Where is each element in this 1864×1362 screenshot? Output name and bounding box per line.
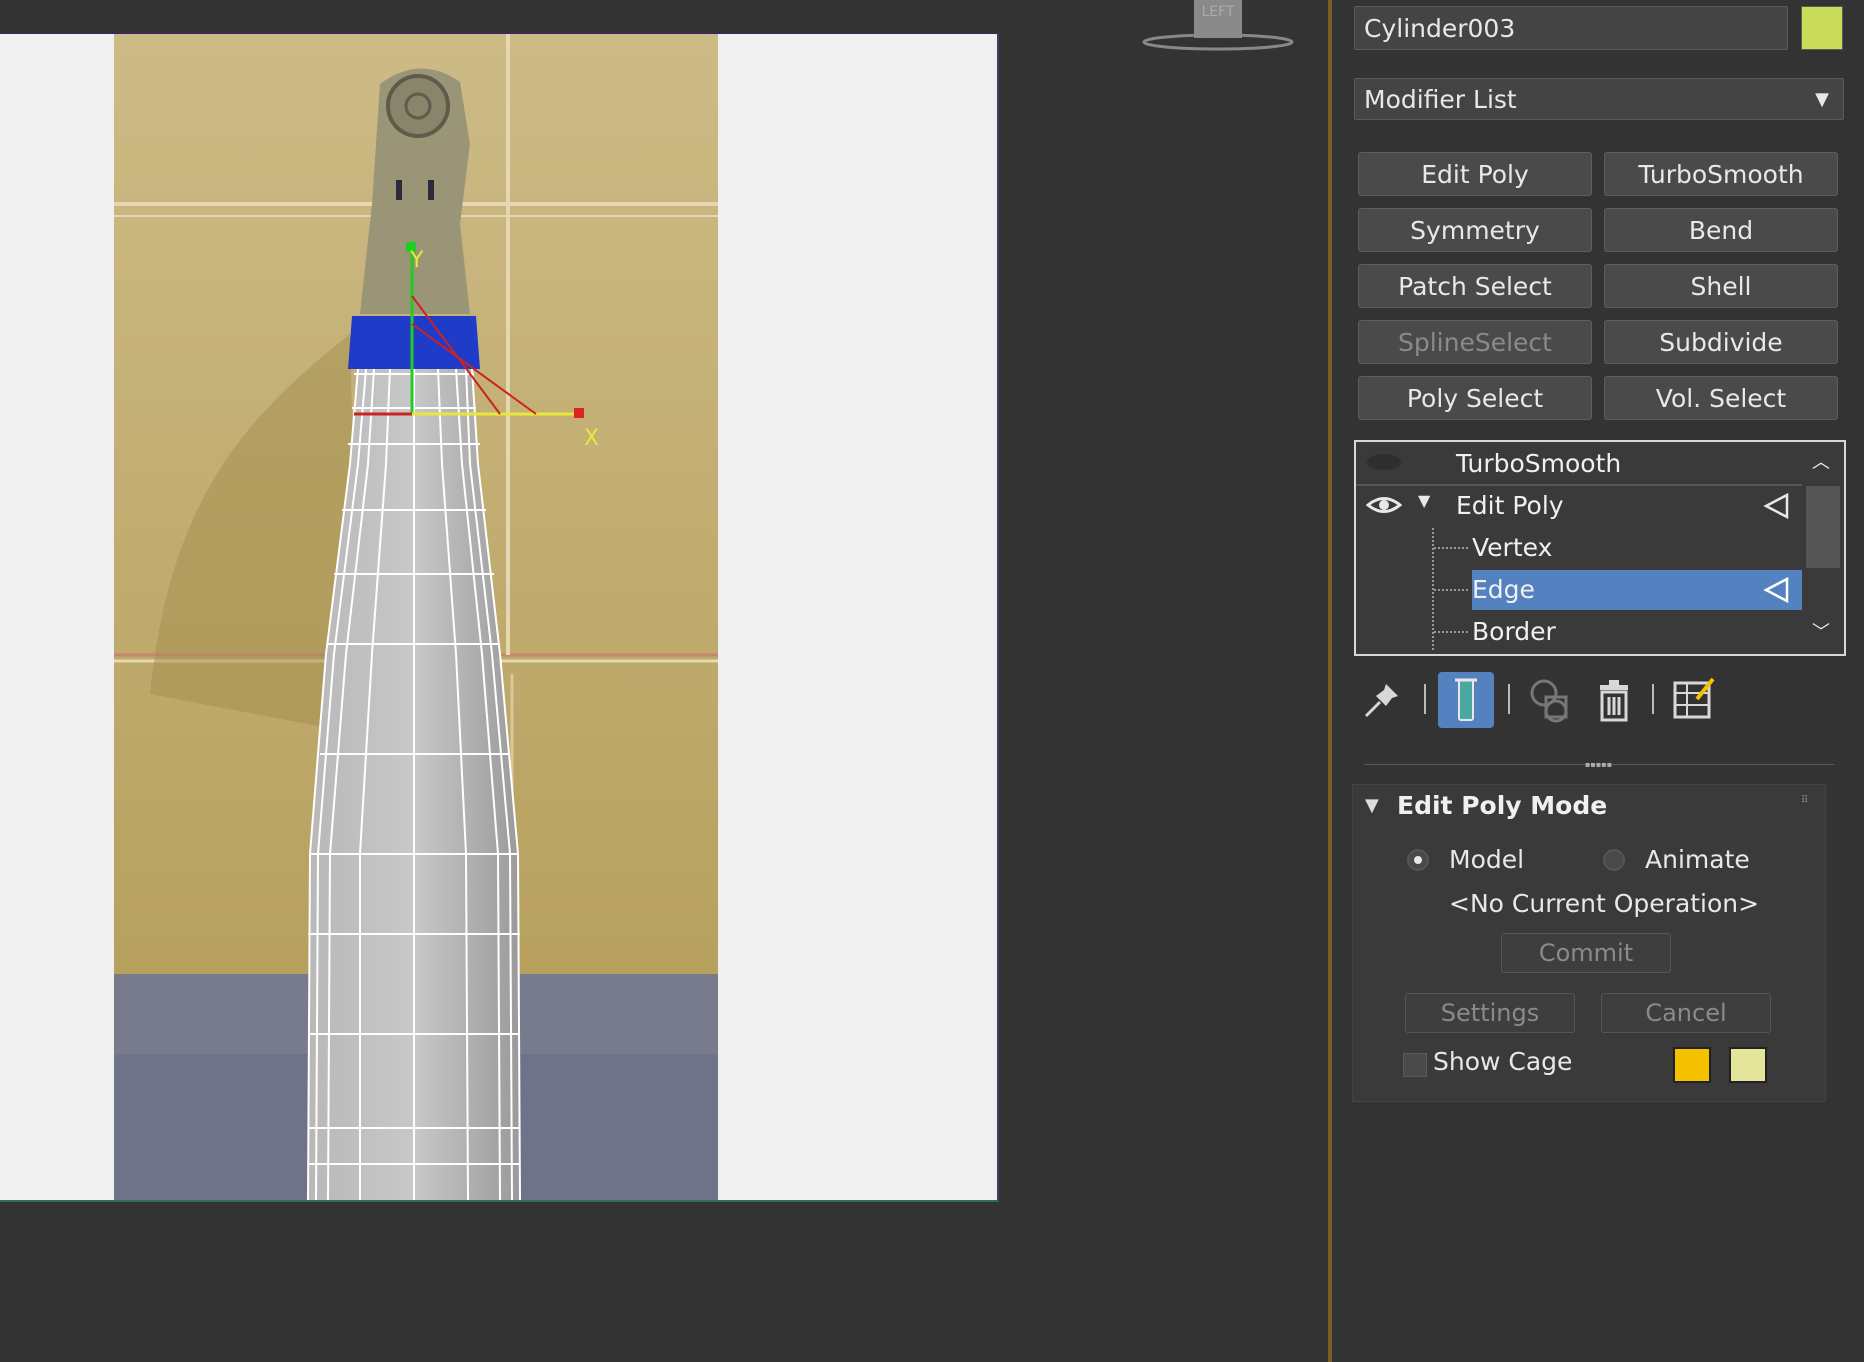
remove-modifier-icon bbox=[1600, 680, 1628, 722]
object-name-text: Cylinder003 bbox=[1364, 13, 1516, 43]
vol-select-button-label: Vol. Select bbox=[1655, 383, 1787, 413]
stack-item-vertex[interactable]: Vertex bbox=[1356, 526, 1806, 568]
turbosmooth-button[interactable]: TurboSmooth bbox=[1604, 152, 1838, 196]
tree-branch bbox=[1434, 547, 1468, 549]
eye-icon[interactable] bbox=[1366, 494, 1402, 516]
gizmo-x-label: X bbox=[584, 426, 600, 451]
commit-button[interactable]: Commit bbox=[1501, 933, 1671, 973]
stack-item-label: Edge bbox=[1472, 574, 1535, 604]
cancel-button[interactable]: Cancel bbox=[1601, 993, 1771, 1033]
scroll-thumb[interactable] bbox=[1806, 486, 1840, 568]
remove-modifier-button[interactable] bbox=[1586, 672, 1642, 728]
stack-item-turbosmooth[interactable]: TurboSmooth bbox=[1356, 442, 1806, 486]
show-cage-checkbox[interactable] bbox=[1403, 1053, 1427, 1077]
pin-icon bbox=[1364, 684, 1398, 718]
make-unique-button[interactable] bbox=[1522, 672, 1578, 728]
settings-button[interactable]: Settings bbox=[1405, 993, 1575, 1033]
scroll-down-icon[interactable]: ﹀ bbox=[1812, 618, 1830, 644]
edit-poly-mode-rollout: ▼ Edit Poly Mode ⠿ Model Animate <No Cur… bbox=[1352, 784, 1826, 1102]
stack-scrollbar[interactable]: ︿ ﹀ bbox=[1802, 442, 1844, 654]
viewport[interactable]: LEFT Y X bbox=[0, 0, 1330, 1362]
animate-label: Animate bbox=[1645, 845, 1750, 874]
toolbar-separator bbox=[1508, 684, 1510, 714]
modifier-stack[interactable]: TurboSmooth ▼ Edit Poly Vertex Edge Bord… bbox=[1354, 440, 1846, 656]
object-color-swatch[interactable] bbox=[1801, 6, 1843, 50]
show-end-result-button[interactable] bbox=[1438, 672, 1494, 728]
collapse-caret-icon[interactable]: ▼ bbox=[1365, 795, 1379, 816]
cage-color-swatch[interactable] bbox=[1673, 1047, 1711, 1083]
symmetry-button-label: Symmetry bbox=[1410, 215, 1540, 245]
show-in-viewport-triangle-icon[interactable] bbox=[1762, 493, 1790, 519]
splineselect-button-label: SplineSelect bbox=[1398, 327, 1552, 357]
modifier-list-label: Modifier List bbox=[1364, 84, 1517, 114]
bend-button-label: Bend bbox=[1688, 215, 1754, 245]
stack-item-edge-selected[interactable]: Edge bbox=[1356, 568, 1806, 610]
commit-label: Commit bbox=[1538, 939, 1634, 967]
bend-button[interactable]: Bend bbox=[1604, 208, 1838, 252]
rollout-grip-icon[interactable]: ⠿ bbox=[1801, 795, 1815, 809]
expand-caret-icon[interactable]: ▼ bbox=[1418, 491, 1430, 510]
symmetry-button[interactable]: Symmetry bbox=[1358, 208, 1592, 252]
subdivide-button[interactable]: Subdivide bbox=[1604, 320, 1838, 364]
stack-item-label: Edit Poly bbox=[1456, 490, 1564, 520]
edit-poly-button-label: Edit Poly bbox=[1421, 159, 1529, 189]
patch-select-button-label: Patch Select bbox=[1398, 271, 1552, 301]
poly-select-button[interactable]: Poly Select bbox=[1358, 376, 1592, 420]
turbosmooth-button-label: TurboSmooth bbox=[1638, 159, 1804, 189]
cancel-label: Cancel bbox=[1645, 999, 1727, 1027]
scroll-up-icon[interactable]: ︿ bbox=[1812, 448, 1830, 474]
current-operation-text: <No Current Operation> bbox=[1449, 889, 1760, 918]
rollout-title[interactable]: Edit Poly Mode bbox=[1397, 791, 1607, 820]
stack-item-label: TurboSmooth bbox=[1456, 448, 1622, 478]
patch-select-button[interactable]: Patch Select bbox=[1358, 264, 1592, 308]
poly-select-button-label: Poly Select bbox=[1406, 383, 1544, 413]
object-name-field[interactable]: Cylinder003 bbox=[1354, 6, 1788, 50]
settings-label: Settings bbox=[1440, 999, 1540, 1027]
show-in-viewport-triangle-icon[interactable] bbox=[1762, 577, 1790, 603]
dropdown-arrow-icon: ▼ bbox=[1815, 89, 1829, 110]
stack-item-label: Vertex bbox=[1472, 532, 1553, 562]
bottle-photo bbox=[114, 34, 718, 1200]
reference-image-plane: Y X bbox=[0, 32, 999, 1202]
viewcube[interactable]: LEFT bbox=[1138, 0, 1298, 52]
tree-branch bbox=[1434, 589, 1468, 591]
gizmo-y-label: Y bbox=[410, 248, 424, 273]
tree-branch bbox=[1434, 631, 1468, 633]
cage-selected-color-swatch[interactable] bbox=[1729, 1047, 1767, 1083]
show-end-result-icon bbox=[1455, 678, 1477, 721]
model-radio[interactable] bbox=[1407, 849, 1429, 871]
vol-select-button[interactable]: Vol. Select bbox=[1604, 376, 1838, 420]
model-label: Model bbox=[1449, 845, 1525, 874]
subdivide-button-label: Subdivide bbox=[1659, 327, 1783, 357]
stack-item-label: Border bbox=[1472, 616, 1556, 646]
pin-stack-button[interactable] bbox=[1354, 672, 1410, 728]
show-cage-label: Show Cage bbox=[1433, 1047, 1573, 1076]
stack-item-edit-poly[interactable]: ▼ Edit Poly bbox=[1356, 484, 1806, 526]
toolbar-separator bbox=[1652, 684, 1654, 714]
make-unique-icon bbox=[1530, 679, 1568, 723]
stack-toolbar bbox=[1354, 672, 1846, 728]
configure-modifier-sets-icon bbox=[1673, 677, 1715, 719]
configure-modifier-sets-button[interactable] bbox=[1666, 672, 1722, 728]
stack-item-border[interactable]: Border bbox=[1356, 610, 1806, 652]
animate-radio[interactable] bbox=[1603, 849, 1625, 871]
grip-icon[interactable]: ▪▪▪▪▪ bbox=[1585, 760, 1612, 769]
splineselect-button[interactable]: SplineSelect bbox=[1358, 320, 1592, 364]
toolbar-separator bbox=[1424, 684, 1426, 714]
eye-off-icon[interactable] bbox=[1366, 452, 1402, 472]
viewcube-label: LEFT bbox=[1201, 4, 1234, 20]
modifier-list-dropdown[interactable]: Modifier List ▼ bbox=[1354, 78, 1844, 120]
shell-button[interactable]: Shell bbox=[1604, 264, 1838, 308]
edit-poly-button[interactable]: Edit Poly bbox=[1358, 152, 1592, 196]
shell-button-label: Shell bbox=[1690, 271, 1752, 301]
